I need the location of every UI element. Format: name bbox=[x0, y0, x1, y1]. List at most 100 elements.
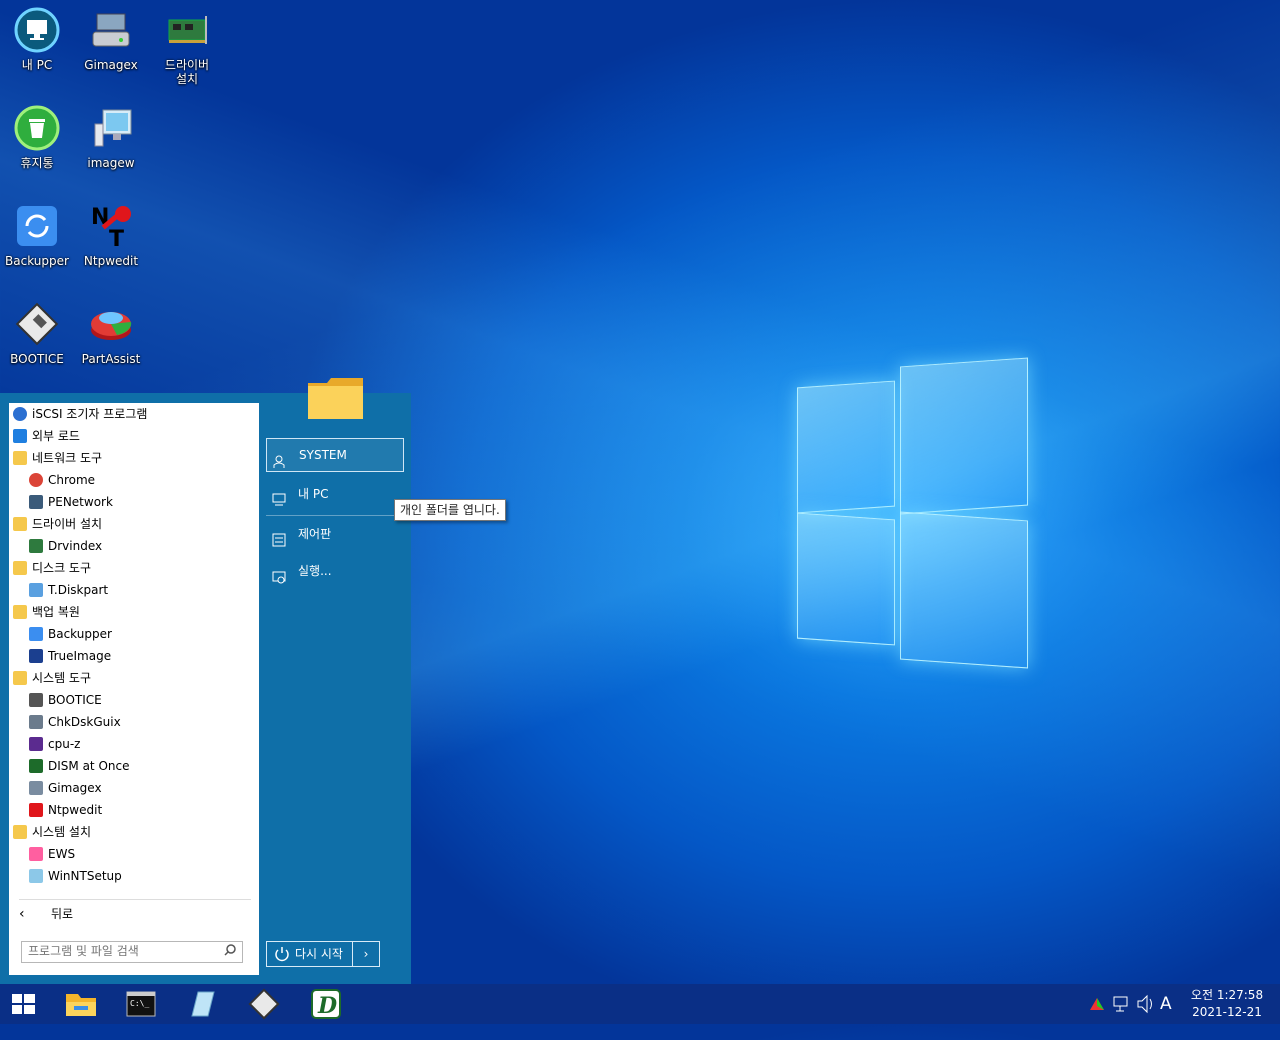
places-item-label: SYSTEM bbox=[299, 448, 347, 462]
chevron-right-icon: › bbox=[363, 947, 369, 961]
power-icon bbox=[273, 942, 291, 974]
ime-indicator[interactable]: A bbox=[1160, 984, 1172, 1024]
program-folder[interactable]: 드라이버 설치 bbox=[9, 513, 259, 535]
recycle-bin-icon bbox=[13, 104, 61, 152]
desktop-icon-label: BOOTICE bbox=[10, 352, 64, 366]
program-label: cpu-z bbox=[48, 737, 81, 751]
imagew-icon bbox=[191, 991, 215, 1017]
network-status-icon[interactable] bbox=[1088, 984, 1106, 1024]
program-item[interactable]: PENetwork bbox=[9, 491, 259, 513]
desktop-icon-bootice[interactable]: BOOTICE bbox=[0, 300, 74, 366]
program-folder[interactable]: 백업 복원 bbox=[9, 601, 259, 623]
program-item[interactable]: TrueImage bbox=[9, 645, 259, 667]
program-item[interactable]: BOOTICE bbox=[9, 689, 259, 711]
desktop-icon-label: 휴지통 bbox=[20, 156, 54, 170]
program-item[interactable]: 외부 로드 bbox=[9, 425, 259, 447]
folder-icon bbox=[13, 825, 27, 839]
program-item[interactable]: EWS bbox=[9, 843, 259, 865]
start-button[interactable] bbox=[0, 986, 48, 1022]
program-label: Gimagex bbox=[48, 781, 102, 795]
desktop-icon-driver-install[interactable]: 드라이버 설치 bbox=[150, 6, 224, 86]
back-button[interactable]: ‹ 뒤로 bbox=[9, 903, 259, 925]
search-box bbox=[21, 941, 243, 963]
run-icon bbox=[272, 564, 286, 584]
program-label: 네트워크 도구 bbox=[32, 451, 103, 465]
network-icon bbox=[29, 495, 43, 509]
user-icon bbox=[273, 448, 287, 468]
search-icon[interactable] bbox=[224, 944, 236, 959]
restart-label: 다시 시작 bbox=[295, 947, 343, 961]
control-panel-icon bbox=[272, 527, 286, 547]
driver-icon bbox=[29, 539, 43, 553]
user-folder-icon[interactable] bbox=[307, 375, 365, 421]
taskbar-dism[interactable]: D bbox=[302, 986, 350, 1022]
program-item[interactable]: Drvindex bbox=[9, 535, 259, 557]
start-menu: iSCSI 조기자 프로그램 외부 로드네트워크 도구 Chrome PENetwor… bbox=[0, 378, 411, 984]
taskbar-cmd[interactable]: C:\_ bbox=[117, 986, 165, 1022]
bootice-icon bbox=[29, 693, 43, 707]
program-item[interactable]: Chrome bbox=[9, 469, 259, 491]
gimagex-icon bbox=[87, 6, 135, 54]
svg-text:D: D bbox=[317, 993, 337, 1019]
desktop-icon-label: Backupper bbox=[5, 254, 69, 268]
search-input[interactable] bbox=[22, 942, 218, 960]
clock[interactable]: 오전 1:27:58 2021-12-21 bbox=[1180, 987, 1274, 1021]
desktop-icon-label: imagew bbox=[87, 156, 135, 170]
network-icon[interactable] bbox=[1112, 984, 1130, 1024]
program-label: T.Diskpart bbox=[48, 583, 109, 597]
program-label: 디스크 도구 bbox=[32, 561, 92, 575]
program-item[interactable]: Gimagex bbox=[9, 777, 259, 799]
program-item[interactable]: T.Diskpart bbox=[9, 579, 259, 601]
taskbar-bootice[interactable] bbox=[240, 986, 288, 1022]
program-label: Drvindex bbox=[48, 539, 103, 553]
taskbar-imagew[interactable] bbox=[178, 986, 226, 1022]
desktop-icon-label: Ntpwedit bbox=[83, 254, 139, 268]
chrome-icon bbox=[29, 473, 43, 487]
desktop-icon-backupper[interactable]: Backupper bbox=[0, 202, 74, 268]
program-label: ChkDskGuix bbox=[48, 715, 121, 729]
desktop-icon-imagew[interactable]: imagew bbox=[74, 104, 148, 170]
divider bbox=[19, 899, 251, 900]
places-item-my-pc[interactable]: 내 PC bbox=[266, 478, 402, 510]
desktop-icon-gimagex[interactable]: Gimagex bbox=[74, 6, 148, 72]
program-item[interactable]: ChkDskGuix bbox=[9, 711, 259, 733]
program-item[interactable]: DISM at Once bbox=[9, 755, 259, 777]
shutdown-options-button[interactable]: › bbox=[352, 941, 380, 967]
program-item[interactable]: cpu-z bbox=[9, 733, 259, 755]
program-folder[interactable]: 네트워크 도구 bbox=[9, 447, 259, 469]
program-item[interactable]: Backupper bbox=[9, 623, 259, 645]
start-menu-places-panel: SYSTEM 내 PC 제어판 실행... bbox=[259, 378, 411, 984]
folder-icon bbox=[13, 561, 27, 575]
program-item[interactable]: iSCSI 조기자 프로그램 bbox=[9, 403, 259, 425]
taskbar: C:\_ D A 오전 1:27:58 2021-12-21 bbox=[0, 984, 1280, 1024]
program-folder[interactable]: 시스템 도구 bbox=[9, 667, 259, 689]
program-tree: iSCSI 조기자 프로그램 외부 로드네트워크 도구 Chrome PENetwor… bbox=[9, 403, 259, 887]
partassist-icon bbox=[87, 300, 135, 348]
places-item-run[interactable]: 실행... bbox=[266, 555, 402, 587]
program-label: WinNTSetup bbox=[48, 869, 122, 883]
program-label: EWS bbox=[48, 847, 76, 861]
svg-text:T: T bbox=[109, 227, 124, 250]
program-folder[interactable]: 시스템 설치 bbox=[9, 821, 259, 843]
start-icon bbox=[12, 994, 35, 1014]
clock-time: 오전 1:27:58 bbox=[1190, 988, 1264, 1002]
chkdsk-icon bbox=[29, 715, 43, 729]
program-folder[interactable]: 디스크 도구 bbox=[9, 557, 259, 579]
desktop-icon-my-pc[interactable]: 내 PC bbox=[0, 6, 74, 72]
backupper-icon bbox=[29, 627, 43, 641]
places-item-control-panel[interactable]: 제어판 bbox=[266, 518, 402, 550]
desktop-icon-partassist[interactable]: PartAssist bbox=[74, 300, 148, 366]
desktop-icon-ntpwedit[interactable]: NT Ntpwedit bbox=[74, 202, 148, 268]
refresh-icon bbox=[13, 429, 27, 443]
volume-icon[interactable] bbox=[1136, 984, 1156, 1024]
places-item-system[interactable]: SYSTEM bbox=[266, 438, 404, 472]
program-label: Ntpwedit bbox=[48, 803, 103, 817]
gimagex-icon bbox=[29, 781, 43, 795]
dism-icon: D bbox=[311, 989, 341, 1019]
program-item[interactable]: Ntpwedit bbox=[9, 799, 259, 821]
program-item[interactable]: WinNTSetup bbox=[9, 865, 259, 887]
places-item-label: 실행... bbox=[298, 564, 332, 578]
program-label: 백업 복원 bbox=[32, 605, 80, 619]
taskbar-file-explorer[interactable] bbox=[58, 986, 106, 1022]
desktop-icon-recycle-bin[interactable]: 휴지통 bbox=[0, 104, 74, 170]
